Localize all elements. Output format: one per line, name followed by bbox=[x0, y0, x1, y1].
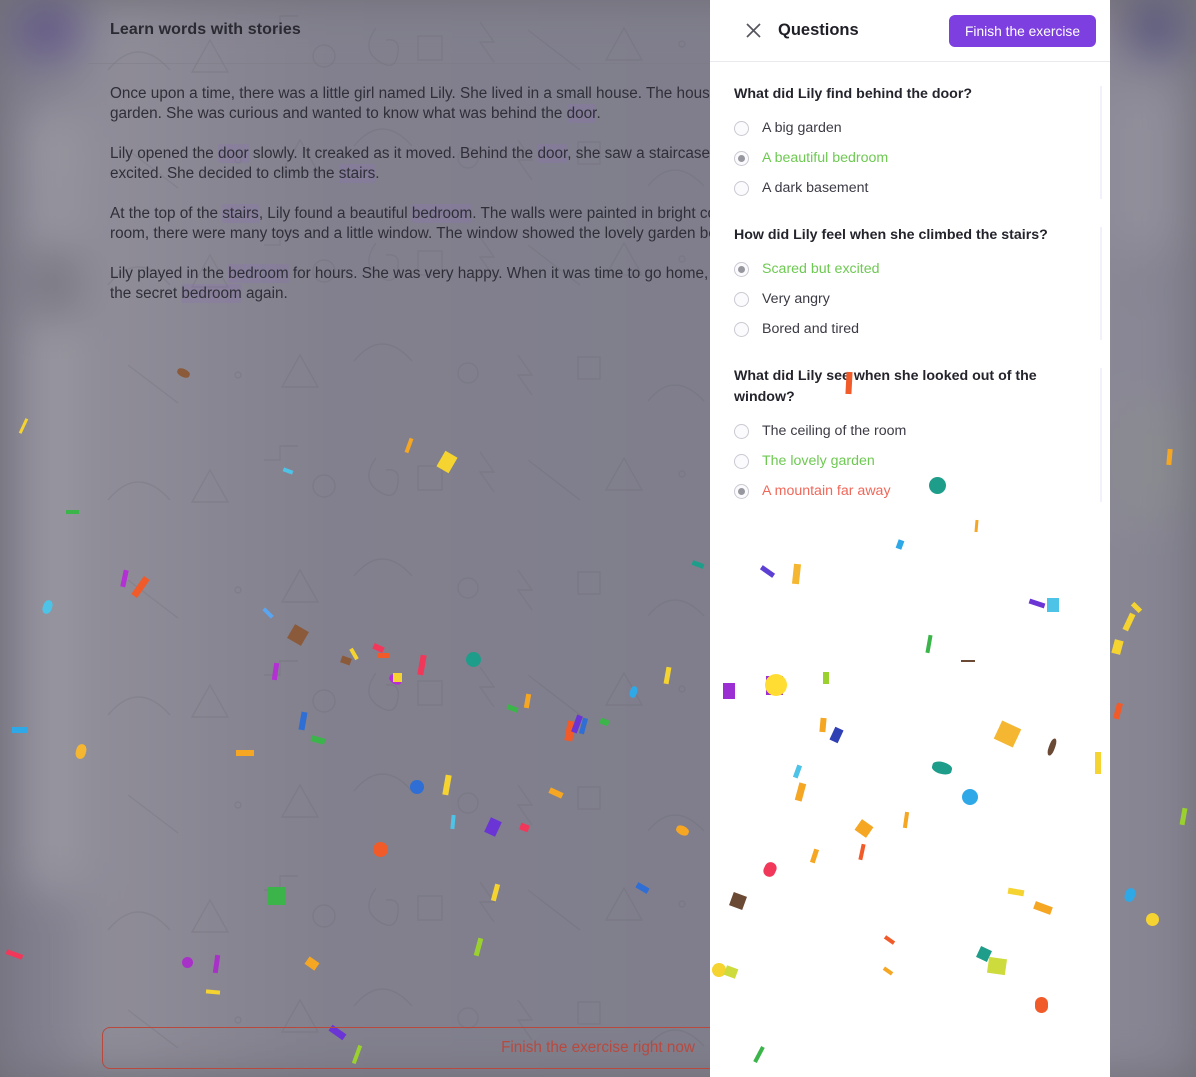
questions-list: What did Lily find behind the door? A big… bbox=[710, 62, 1110, 506]
story-text-run: room, there were many toys and a little … bbox=[110, 225, 721, 242]
story-text-run: excited. She decided to climb the bbox=[110, 165, 339, 182]
answer-option-label: A mountain far away bbox=[762, 483, 891, 499]
answer-option[interactable]: A beautiful bedroom bbox=[734, 143, 1086, 173]
highlighted-word[interactable]: bedroom bbox=[228, 264, 289, 283]
radio-button-icon[interactable] bbox=[734, 150, 749, 166]
answer-option[interactable]: Bored and tired bbox=[734, 314, 1086, 344]
finish-exercise-label: Finish the exercise bbox=[964, 23, 1080, 39]
answer-option-label: A beautiful bedroom bbox=[762, 150, 889, 166]
story-text-run: Lily played in the bbox=[110, 265, 229, 282]
questions-panel: Questions Finish the exercise What did L… bbox=[710, 0, 1110, 1077]
question-text: What did Lily find behind the door? bbox=[734, 86, 973, 102]
answer-option-label: The ceiling of the room bbox=[762, 423, 907, 439]
question-block: What did Lily see when she looked out of… bbox=[734, 366, 1102, 506]
highlighted-word[interactable]: bedroom bbox=[411, 204, 473, 223]
close-button[interactable] bbox=[738, 16, 768, 46]
answer-option[interactable]: A big garden bbox=[734, 113, 1086, 143]
radio-button-icon[interactable] bbox=[734, 453, 749, 469]
page-title: Learn words with stories bbox=[110, 21, 301, 38]
radio-button-icon[interactable] bbox=[734, 261, 749, 277]
radio-button-icon[interactable] bbox=[734, 321, 749, 337]
question-block: What did Lily find behind the door? A big… bbox=[734, 84, 1102, 203]
answer-option-label: Bored and tired bbox=[762, 321, 860, 337]
story-text-run: . bbox=[375, 165, 380, 182]
radio-button-icon[interactable] bbox=[734, 120, 749, 136]
answer-option[interactable]: The ceiling of the room bbox=[734, 416, 1086, 446]
highlighted-word[interactable]: door bbox=[566, 104, 597, 123]
question-text: What did Lily see when she looked out of… bbox=[734, 368, 1037, 405]
story-text-run: the secret bbox=[110, 285, 182, 302]
story-text-run: garden. She was curious and wanted to kn… bbox=[110, 105, 567, 122]
highlighted-word[interactable]: stairs bbox=[338, 164, 376, 183]
story-text-run: for hours. She was very happy. When it w… bbox=[288, 265, 729, 282]
story-text-run: At the top of the bbox=[110, 205, 223, 222]
answer-option-label: Very angry bbox=[762, 291, 830, 307]
close-icon bbox=[745, 23, 761, 38]
story-text-run: Once upon a time, there was a little gir… bbox=[110, 85, 731, 102]
questions-panel-header: Questions Finish the exercise bbox=[710, 0, 1110, 62]
story-text-run: slowly. It creaked as it moved. Behind t… bbox=[248, 145, 538, 162]
answer-option-label: The lovely garden bbox=[762, 453, 875, 469]
radio-button-icon[interactable] bbox=[734, 423, 749, 439]
finish-exercise-now-label: Finish the exercise right now bbox=[501, 1039, 695, 1056]
highlighted-word[interactable]: stairs bbox=[222, 204, 259, 223]
answer-option[interactable]: Scared but excited bbox=[734, 254, 1086, 284]
answer-option[interactable]: The lovely garden bbox=[734, 446, 1086, 476]
highlighted-word[interactable]: door bbox=[218, 144, 249, 163]
answer-option[interactable]: Very angry bbox=[734, 284, 1086, 314]
story-text-run: . bbox=[596, 105, 601, 122]
story-text-run: . The walls were painted in bright col bbox=[472, 205, 720, 222]
answer-option[interactable]: A dark basement bbox=[734, 173, 1086, 203]
app-root: Learn words with stories Once upon a tim… bbox=[0, 0, 1196, 1077]
highlighted-word[interactable]: door bbox=[537, 144, 568, 163]
story-text-run: Lily opened the bbox=[110, 145, 219, 162]
highlighted-word[interactable]: bedroom bbox=[181, 284, 242, 303]
story-text-run: again. bbox=[241, 285, 288, 302]
answer-option-label: A big garden bbox=[762, 120, 842, 136]
answer-option-label: Scared but excited bbox=[762, 261, 880, 277]
answer-option-label: A dark basement bbox=[762, 180, 869, 196]
radio-button-icon[interactable] bbox=[734, 291, 749, 307]
question-text: How did Lily feel when she climbed the s… bbox=[734, 227, 1048, 243]
question-block: How did Lily feel when she climbed the s… bbox=[734, 225, 1102, 344]
finish-exercise-button[interactable]: Finish the exercise bbox=[948, 15, 1096, 47]
radio-button-icon[interactable] bbox=[734, 180, 749, 196]
story-text-run: , Lily found a beautiful bbox=[258, 205, 412, 222]
questions-panel-title: Questions bbox=[778, 21, 859, 39]
radio-button-icon[interactable] bbox=[734, 483, 749, 499]
answer-option[interactable]: A mountain far away bbox=[734, 476, 1086, 506]
